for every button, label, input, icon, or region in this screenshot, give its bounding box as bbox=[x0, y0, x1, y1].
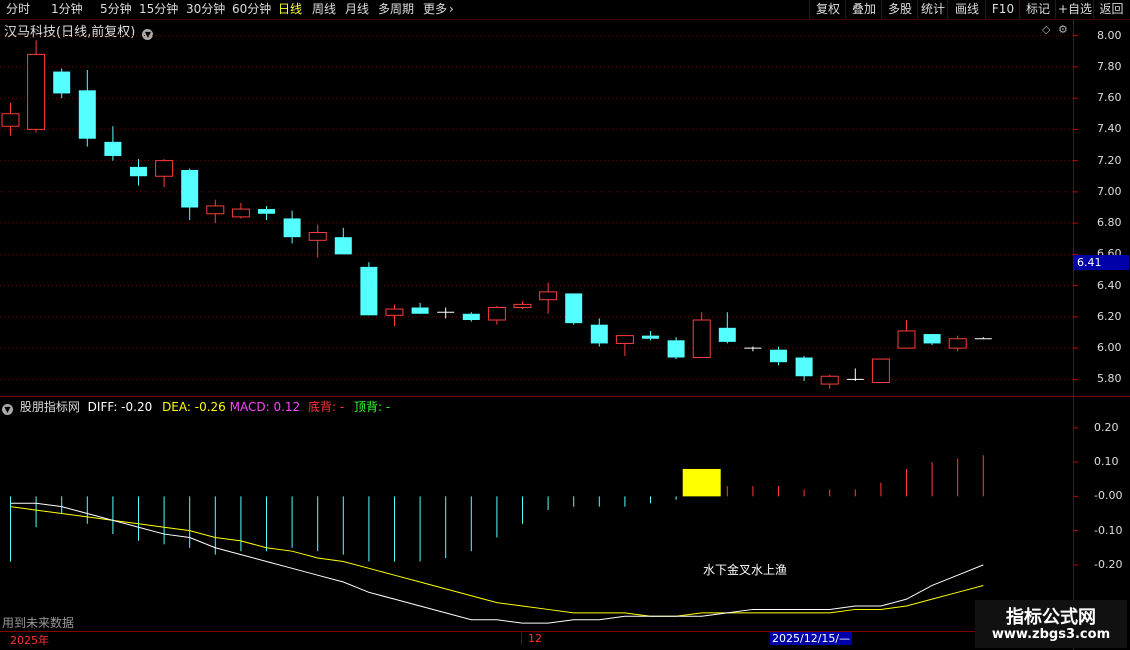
candle-body bbox=[897, 330, 916, 349]
candle-body bbox=[871, 358, 890, 383]
candle-body bbox=[590, 324, 608, 344]
future-data-note: 用到未来数据 bbox=[2, 616, 75, 630]
candle-body bbox=[692, 319, 711, 358]
macd-axis-label: -0.20 bbox=[1094, 557, 1123, 571]
candle-body bbox=[78, 90, 96, 139]
candle-body bbox=[27, 53, 46, 130]
indicator-name[interactable]: 股朋指标网 bbox=[20, 400, 80, 414]
candle-body bbox=[206, 205, 225, 215]
indicator-collapse-icon[interactable]: ▼ bbox=[2, 404, 13, 415]
top-divergence: 顶背: - bbox=[354, 400, 391, 414]
kline-chart bbox=[0, 35, 1078, 624]
candle-body bbox=[718, 327, 736, 342]
candle-body bbox=[513, 303, 532, 308]
candle-body bbox=[104, 141, 122, 156]
candle-body bbox=[770, 349, 787, 363]
watermark-name: 指标公式网 bbox=[1006, 607, 1096, 628]
macd-axis-label: 0.20 bbox=[1094, 420, 1119, 434]
candle-body bbox=[795, 357, 813, 377]
macd-axis-label: -0.00 bbox=[1094, 489, 1123, 503]
watermark-url: www.zbgs3.com bbox=[991, 627, 1111, 642]
watermark: 指标公式网 www.zbgs3.com bbox=[975, 600, 1127, 648]
month-label: 12 bbox=[528, 632, 542, 645]
candle-body bbox=[539, 291, 558, 301]
candle-body bbox=[487, 307, 506, 321]
candle-body bbox=[565, 293, 583, 324]
candle-body bbox=[231, 208, 250, 218]
candle-body bbox=[181, 170, 199, 208]
candle-body bbox=[155, 160, 174, 177]
candle-body bbox=[923, 334, 941, 344]
candle-body bbox=[948, 338, 967, 349]
signal-annotation: 水下金叉水上渔 bbox=[703, 563, 788, 577]
candle-body bbox=[130, 166, 147, 177]
candle-body bbox=[820, 375, 839, 385]
year-label: 2025年 bbox=[10, 634, 49, 647]
diff-value: DIFF: -0.20 bbox=[87, 400, 153, 414]
candle-body bbox=[615, 335, 634, 344]
candle-body bbox=[1, 113, 20, 127]
bottom-divergence: 底背: - bbox=[308, 400, 345, 414]
cursor-date-tag: 2025/12/15/— bbox=[770, 632, 853, 645]
candle-body bbox=[411, 307, 429, 314]
candle-body bbox=[642, 335, 659, 339]
macd-axis-label: 0.10 bbox=[1094, 455, 1119, 469]
month-tick bbox=[521, 631, 522, 645]
macd-value: MACD: 0.12 bbox=[229, 400, 301, 414]
macd-highlight-bar bbox=[682, 468, 721, 497]
candle-body bbox=[667, 340, 685, 358]
candle-body bbox=[283, 218, 301, 238]
candle-body bbox=[308, 232, 327, 241]
indicator-header: ▼ 股朋指标网 DIFF: -0.20 DEA: -0.26 MACD: 0.1… bbox=[2, 398, 390, 415]
candle-body bbox=[258, 209, 275, 214]
macd-axis-label: -0.10 bbox=[1094, 523, 1123, 537]
candle-body bbox=[334, 237, 352, 255]
candle-body bbox=[385, 308, 404, 316]
candle-body bbox=[53, 71, 71, 94]
dea-value: DEA: -0.26 bbox=[162, 400, 226, 414]
candle-body bbox=[360, 266, 378, 316]
candle-body bbox=[462, 313, 480, 320]
